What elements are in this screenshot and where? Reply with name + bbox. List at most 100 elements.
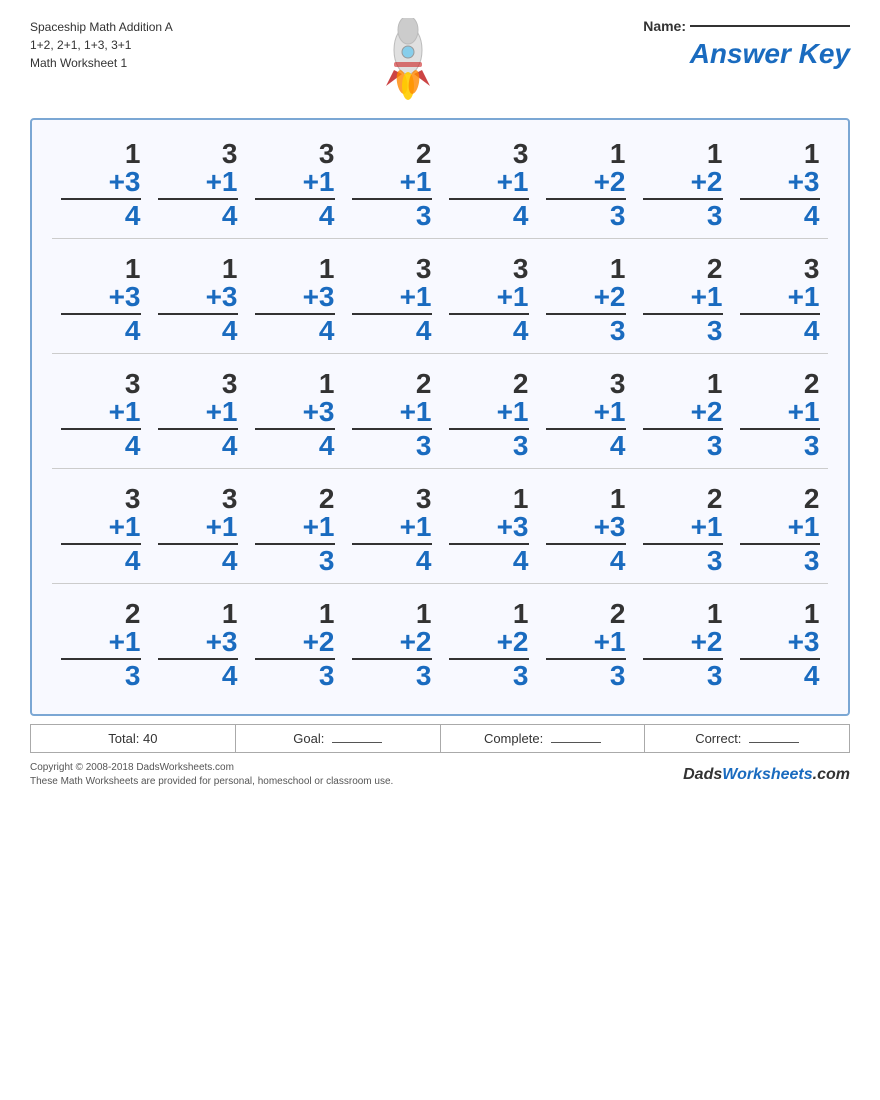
problem: 2+13	[352, 370, 432, 460]
answer: 3	[740, 432, 820, 460]
problem: 3+14	[255, 140, 335, 230]
problem: 3+14	[158, 140, 238, 230]
addend: +3	[158, 628, 238, 660]
answer: 4	[61, 202, 141, 230]
rocket-icon	[368, 18, 448, 108]
problem-row-1: 1+343+143+142+133+141+231+231+34	[52, 130, 828, 239]
problem: 3+14	[61, 485, 141, 575]
addend: +2	[255, 628, 335, 660]
problem: 2+13	[61, 600, 141, 690]
problem: 3+14	[158, 370, 238, 460]
top-number: 1	[707, 600, 723, 628]
problem: 1+23	[449, 600, 529, 690]
addend: +1	[255, 168, 335, 200]
answer: 4	[546, 547, 626, 575]
header-center	[173, 18, 643, 108]
problem: 1+34	[255, 255, 335, 345]
problem: 1+34	[158, 255, 238, 345]
addend: +1	[740, 513, 820, 545]
copyright-line1: Copyright © 2008-2018 DadsWorksheets.com	[30, 761, 393, 775]
answer: 3	[643, 547, 723, 575]
answer: 4	[158, 202, 238, 230]
top-number: 2	[804, 370, 820, 398]
top-number: 1	[707, 140, 723, 168]
header: Spaceship Math Addition A 1+2, 2+1, 1+3,…	[30, 18, 850, 108]
addend: +1	[740, 398, 820, 430]
top-number: 1	[319, 370, 335, 398]
problem: 3+14	[158, 485, 238, 575]
problem-row-4: 3+143+142+133+141+341+342+132+13	[52, 475, 828, 584]
problem: 1+34	[61, 255, 141, 345]
addend: +1	[61, 398, 141, 430]
answer: 3	[546, 202, 626, 230]
problem-row-5: 2+131+341+231+231+232+131+231+34	[52, 590, 828, 698]
answer: 4	[449, 547, 529, 575]
answer: 3	[643, 662, 723, 690]
answer: 4	[158, 662, 238, 690]
top-number: 1	[125, 255, 141, 283]
goal-label: Goal:	[293, 731, 324, 746]
addend: +1	[255, 513, 335, 545]
answer: 3	[449, 662, 529, 690]
answer: 4	[158, 432, 238, 460]
top-number: 2	[513, 370, 529, 398]
addend: +3	[546, 513, 626, 545]
answer: 4	[61, 547, 141, 575]
top-number: 3	[125, 370, 141, 398]
addend: +1	[546, 398, 626, 430]
answer: 4	[61, 317, 141, 345]
top-number: 2	[416, 370, 432, 398]
top-number: 3	[610, 370, 626, 398]
problem: 1+23	[643, 370, 723, 460]
addend: +2	[546, 168, 626, 200]
problem-row-2: 1+341+341+343+143+141+232+133+14	[52, 245, 828, 354]
addend: +1	[643, 283, 723, 315]
addend: +3	[255, 398, 335, 430]
answer: 4	[740, 202, 820, 230]
answer: 4	[740, 317, 820, 345]
stat-complete: Complete:	[441, 725, 646, 752]
problem: 2+13	[255, 485, 335, 575]
brand-dotcom: .com	[813, 766, 850, 783]
addend: +2	[643, 628, 723, 660]
addend: +1	[449, 283, 529, 315]
problem: 1+23	[643, 140, 723, 230]
top-number: 1	[610, 485, 626, 513]
addend: +1	[158, 513, 238, 545]
problem: 1+34	[61, 140, 141, 230]
correct-line	[749, 742, 799, 743]
answer: 3	[255, 662, 335, 690]
answer-key-label: Answer Key	[690, 38, 850, 70]
stat-correct: Correct:	[645, 725, 849, 752]
problem: 2+13	[449, 370, 529, 460]
addend: +1	[61, 628, 141, 660]
problem: 1+23	[352, 600, 432, 690]
problem: 1+34	[255, 370, 335, 460]
answer: 4	[158, 317, 238, 345]
top-number: 3	[125, 485, 141, 513]
answer: 3	[740, 547, 820, 575]
footer-stats: Total: 40 Goal: Complete: Correct:	[30, 724, 850, 753]
top-number: 2	[707, 255, 723, 283]
top-number: 1	[319, 255, 335, 283]
problem: 1+34	[740, 140, 820, 230]
complete-line	[551, 742, 601, 743]
problem: 2+13	[643, 255, 723, 345]
addend: +2	[643, 398, 723, 430]
top-number: 2	[319, 485, 335, 513]
stat-total: Total: 40	[31, 725, 236, 752]
top-number: 3	[416, 485, 432, 513]
problem: 1+23	[546, 140, 626, 230]
copyright-left: Copyright © 2008-2018 DadsWorksheets.com…	[30, 761, 393, 789]
top-number: 3	[513, 255, 529, 283]
brand-dads: Dads	[683, 766, 722, 783]
problem: 1+23	[643, 600, 723, 690]
addend: +1	[449, 398, 529, 430]
addend: +2	[546, 283, 626, 315]
top-number: 1	[804, 140, 820, 168]
problem: 1+23	[255, 600, 335, 690]
answer: 3	[352, 432, 432, 460]
addend: +1	[352, 283, 432, 315]
top-number: 1	[222, 255, 238, 283]
top-number: 1	[513, 600, 529, 628]
